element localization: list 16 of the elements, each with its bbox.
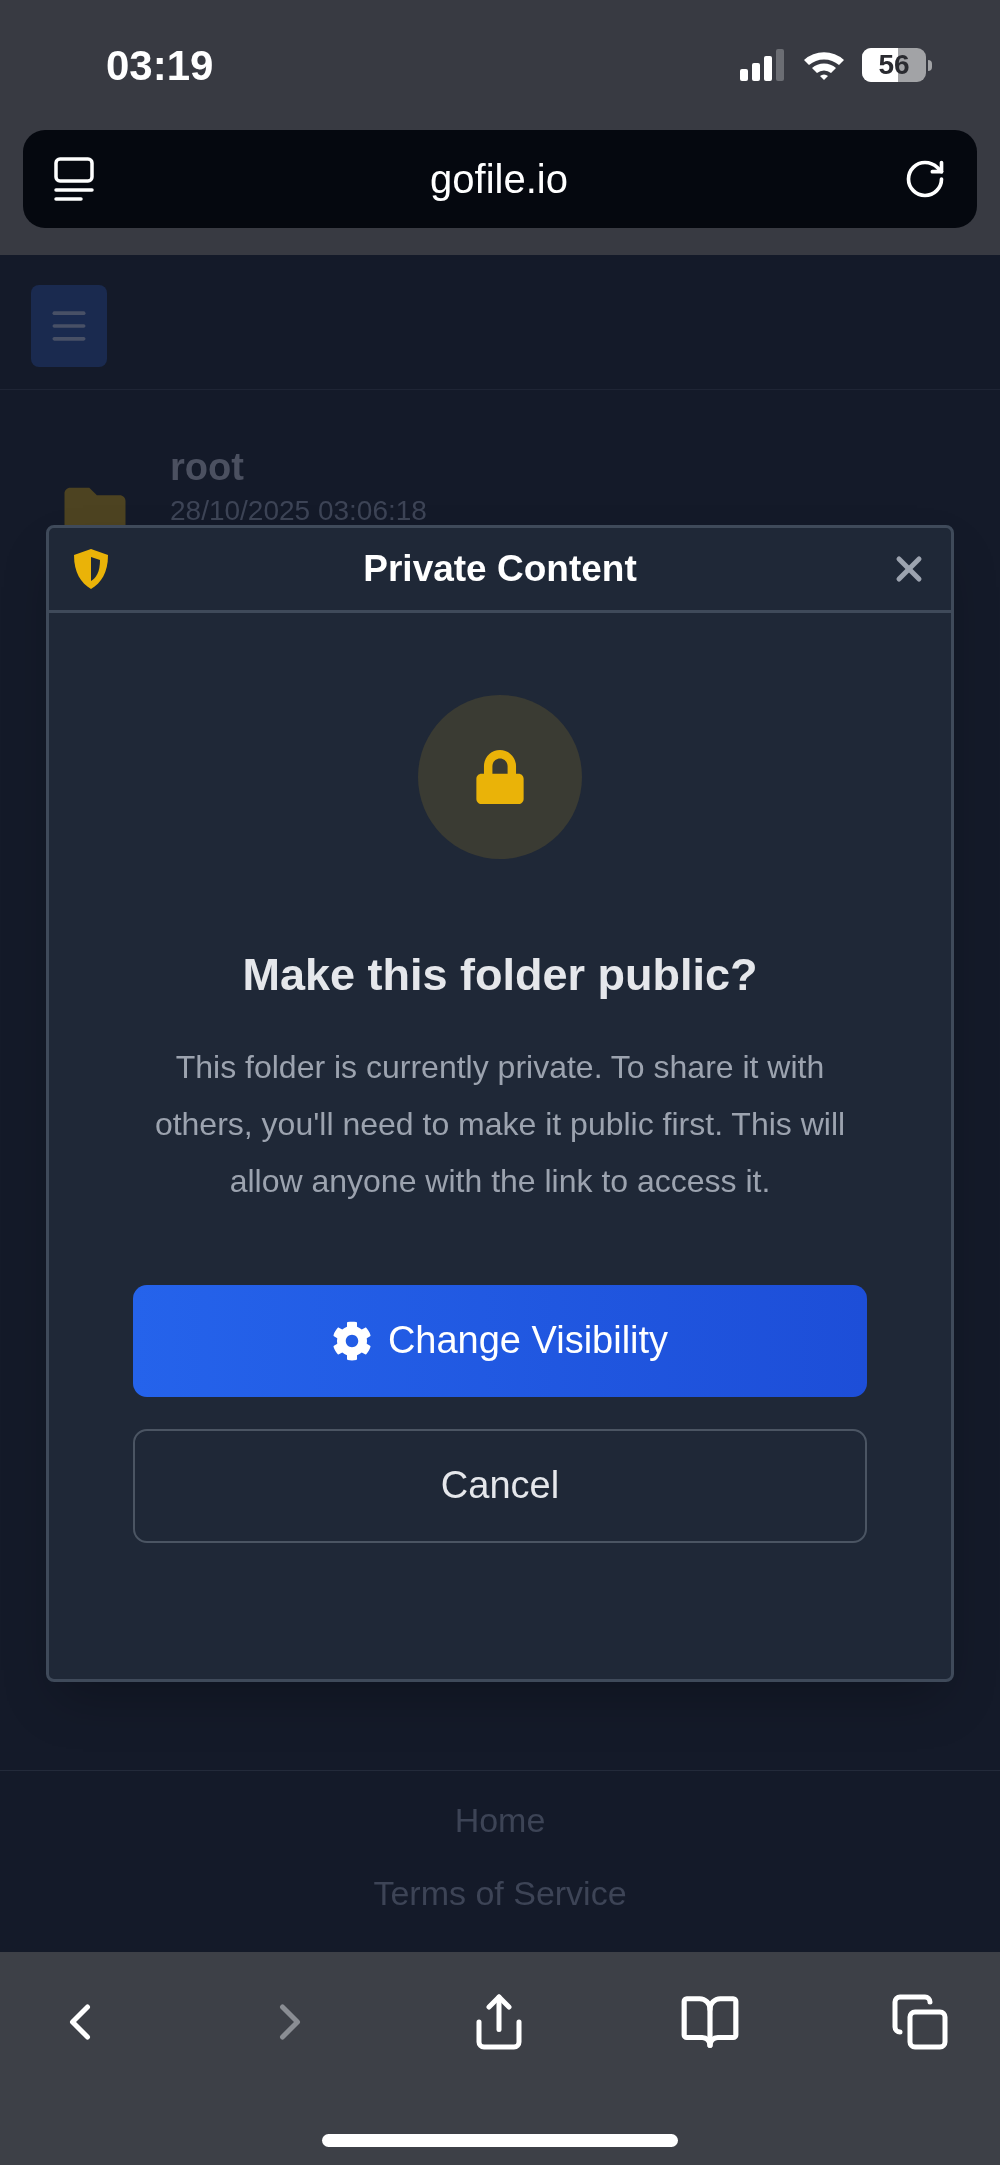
- dialog-heading: Make this folder public?: [242, 948, 758, 1002]
- cancel-button[interactable]: Cancel: [133, 1428, 867, 1543]
- reader-icon[interactable]: [53, 156, 95, 202]
- tabs-icon[interactable]: [890, 1992, 950, 2052]
- gear-icon: [331, 1320, 372, 1361]
- wifi-icon: [802, 49, 846, 81]
- dialog-message: This folder is currently private. To share it with others, you'll need to make it public first. This will allow anyone with the link to access it.: [153, 1047, 847, 1201]
- lock-icon: [473, 750, 527, 804]
- clock-time: 03:19: [106, 40, 214, 91]
- url-text: gofile.io: [430, 156, 568, 203]
- shield-icon: [71, 547, 111, 591]
- address-bar[interactable]: gofile.io: [23, 130, 977, 228]
- signal-icon: [740, 49, 786, 81]
- battery-indicator: 56: [862, 48, 932, 82]
- change-visibility-button[interactable]: Change Visibility: [133, 1284, 867, 1397]
- dialog-title: Private Content: [363, 547, 637, 592]
